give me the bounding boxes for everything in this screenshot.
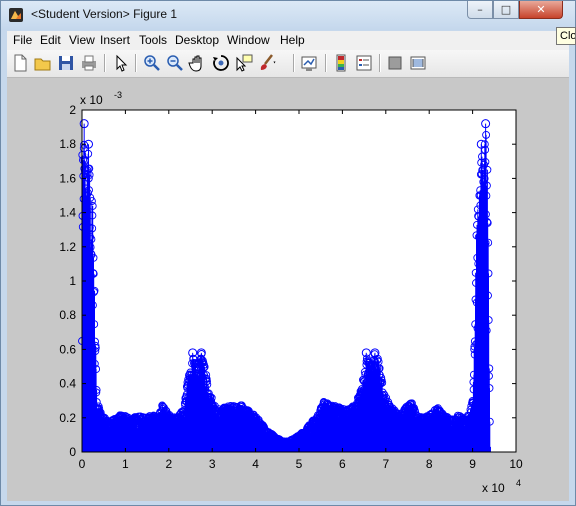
x-tick-label: 3 <box>209 457 216 471</box>
menu-insert[interactable]: Insert <box>100 33 130 47</box>
colorbar-icon[interactable] <box>331 53 351 73</box>
toolbar-separator <box>325 54 326 72</box>
y-tick-label: 1.2 <box>59 240 76 254</box>
x-tick-label: 5 <box>296 457 303 471</box>
close-button[interactable]: ✕ <box>519 1 563 19</box>
data-cursor-icon[interactable] <box>234 53 254 73</box>
toolbar-separator <box>104 54 105 72</box>
title-bar[interactable]: <Student Version> Figure 1 – □ ✕ <box>1 1 575 30</box>
brush-icon[interactable] <box>257 53 277 73</box>
open-file-icon[interactable] <box>33 53 53 73</box>
x-tick-label: 8 <box>426 457 433 471</box>
close-tooltip: Close <box>556 27 576 45</box>
show-plot-tools-icon[interactable] <box>408 53 428 73</box>
menu-window[interactable]: Window <box>227 33 270 47</box>
x-exponent-label: x 10 <box>482 481 505 495</box>
y-tick-label: 1 <box>69 274 76 288</box>
menu-view[interactable]: View <box>69 33 95 47</box>
save-icon[interactable] <box>56 53 76 73</box>
dense-base-band <box>83 446 491 452</box>
y-tick-label: 1.4 <box>59 206 76 220</box>
x-tick-label: 1 <box>122 457 129 471</box>
hide-plot-tools-icon[interactable] <box>385 53 405 73</box>
zoom-out-icon[interactable] <box>165 53 185 73</box>
figure-canvas: 0 1 2 3 4 5 6 7 8 9 10 0 0.2 0.4 0.6 0.8 1 1.2 1.4 1.6 1.8 2 x… <box>7 78 569 501</box>
y-tick-label: 0.2 <box>59 411 76 425</box>
link-plot-icon[interactable] <box>299 53 319 73</box>
toolbar-separator <box>135 54 136 72</box>
menu-edit[interactable]: Edit <box>40 33 61 47</box>
menu-desktop[interactable]: Desktop <box>175 33 219 47</box>
window-title: <Student Version> Figure 1 <box>31 7 178 21</box>
x-tick-label: 6 <box>339 457 346 471</box>
menu-help[interactable]: Help <box>280 33 305 47</box>
y-exponent-label: x 10 <box>80 93 103 107</box>
toolbar-separator <box>379 54 380 72</box>
zoom-in-icon[interactable] <box>142 53 162 73</box>
menu-file[interactable]: File <box>13 33 32 47</box>
print-icon[interactable] <box>79 53 99 73</box>
maximize-button[interactable]: □ <box>493 1 519 19</box>
x-tick-label: 2 <box>165 457 172 471</box>
y-tick-label: 1.6 <box>59 171 76 185</box>
x-tick-label: 9 <box>469 457 476 471</box>
y-exponent-power: -3 <box>114 90 122 100</box>
y-tick-label: 0.4 <box>59 377 76 391</box>
x-tick-label: 0 <box>79 457 86 471</box>
rotate-3d-icon[interactable] <box>211 53 231 73</box>
stem-plot[interactable]: 0 1 2 3 4 5 6 7 8 9 1000.20.40.60.811.21.41.61.82x… <box>7 78 569 501</box>
y-tick-label: 0 <box>69 445 76 459</box>
y-tick-label: 0.8 <box>59 308 76 322</box>
y-tick-label: 1.8 <box>59 137 76 151</box>
minimize-button[interactable]: – <box>467 1 493 19</box>
y-tick-label: 0.6 <box>59 342 76 356</box>
pan-hand-icon[interactable] <box>188 53 208 73</box>
legend-icon[interactable] <box>354 53 374 73</box>
matlab-logo-icon <box>9 8 23 22</box>
new-figure-icon[interactable] <box>10 53 30 73</box>
x-tick-label: 4 <box>252 457 259 471</box>
axes-background <box>82 110 516 452</box>
x-tick-label: 7 <box>382 457 389 471</box>
figure-window: <Student Version> Figure 1 – □ ✕ File Ed… <box>0 0 576 506</box>
menu-tools[interactable]: Tools <box>139 33 167 47</box>
toolbar-separator <box>293 54 294 72</box>
edit-plot-arrow-icon[interactable] <box>111 53 131 73</box>
x-exponent-power: 4 <box>516 478 521 488</box>
figure-toolbar <box>7 50 569 78</box>
menu-bar: File Edit View Insert Tools Desktop Wind… <box>7 31 569 50</box>
x-tick-label: 10 <box>509 457 523 471</box>
y-tick-label: 2 <box>69 103 76 117</box>
